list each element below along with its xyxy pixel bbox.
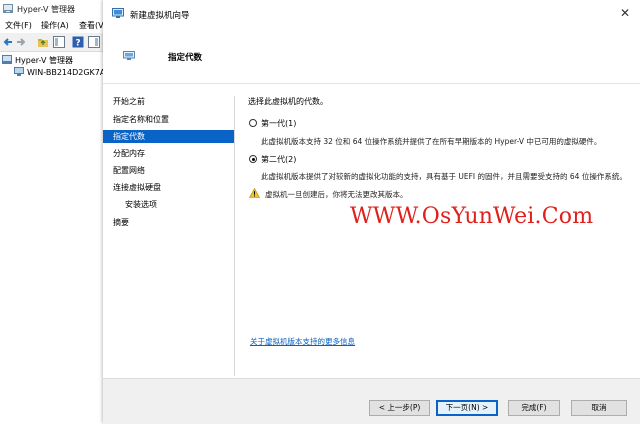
cancel-button[interactable]: 取消 bbox=[571, 400, 627, 416]
page-title: 指定代数 bbox=[168, 53, 203, 63]
wizard-steps-nav: 开始之前 指定名称和位置 指定代数 分配内存 配置网络 连接虚拟硬盘 安装选项 … bbox=[103, 84, 234, 423]
folder-up-icon[interactable] bbox=[37, 36, 49, 48]
next-button[interactable]: 下一页(N) > bbox=[436, 400, 498, 416]
step-before-you-begin[interactable]: 开始之前 bbox=[103, 95, 234, 108]
new-vm-wizard-dialog: 新建虚拟机向导 ✕ 指定代数 开始之前 指定名称和位置 指定代数 分配内存 配置… bbox=[103, 0, 640, 424]
warning-text: 虚拟机一旦创建后，你将无法更改其版本。 bbox=[265, 190, 408, 199]
svg-text:?: ? bbox=[75, 39, 80, 49]
console-tree-icon[interactable] bbox=[53, 36, 65, 48]
hyperv-manager-titlebar: Hyper-V 管理器 bbox=[0, 0, 103, 18]
previous-button[interactable]: < 上一步(P) bbox=[369, 400, 430, 416]
warning-icon bbox=[249, 188, 260, 198]
vm-monitor-icon bbox=[112, 8, 124, 18]
generation-2-radio[interactable] bbox=[249, 155, 257, 163]
finish-button[interactable]: 完成(F) bbox=[508, 400, 560, 416]
wizard-header: 指定代数 bbox=[103, 30, 640, 84]
wizard-titlebar[interactable]: 新建虚拟机向导 ✕ bbox=[103, 0, 640, 30]
wizard-button-bar: < 上一步(P) 下一页(N) > 完成(F) 取消 bbox=[103, 378, 640, 424]
more-info-link[interactable]: 关于虚拟机版本支持的更多信息 bbox=[250, 336, 355, 347]
generation-prompt: 选择此虚拟机的代数。 bbox=[248, 97, 328, 106]
menu-action[interactable]: 操作(A) bbox=[41, 20, 69, 31]
hyperv-manager-icon bbox=[2, 55, 12, 64]
wizard-title: 新建虚拟机向导 bbox=[130, 11, 190, 21]
step-summary[interactable]: 摘要 bbox=[103, 216, 234, 229]
step-connect-vhd[interactable]: 连接虚拟硬盘 bbox=[103, 181, 234, 194]
step-assign-memory[interactable]: 分配内存 bbox=[103, 147, 234, 160]
hyperv-tree-pane: Hyper-V 管理器 WIN-BB214D2GK7A bbox=[0, 52, 105, 423]
step-specify-generation[interactable]: 指定代数 bbox=[103, 130, 234, 143]
step-install-options[interactable]: 安装选项 bbox=[103, 198, 234, 211]
hyperv-manager-title: Hyper-V 管理器 bbox=[17, 5, 75, 14]
generation-1-label[interactable]: 第一代(1) bbox=[261, 118, 296, 129]
hyperv-manager-icon bbox=[3, 4, 13, 13]
tree-item-hyperv-manager[interactable]: Hyper-V 管理器 bbox=[2, 55, 73, 66]
forward-arrow-icon[interactable] bbox=[15, 36, 27, 48]
action-pane-icon[interactable] bbox=[88, 36, 100, 48]
close-icon[interactable]: ✕ bbox=[620, 7, 630, 19]
vm-monitor-icon bbox=[123, 51, 135, 60]
hyperv-toolbar: ? bbox=[0, 33, 103, 52]
step-name-location[interactable]: 指定名称和位置 bbox=[103, 113, 234, 126]
tree-server-label: WIN-BB214D2GK7A bbox=[27, 68, 106, 77]
generation-2-description: 此虚拟机版本提供了对较新的虚拟化功能的支持，具有基于 UEFI 的固件，并且需要… bbox=[261, 172, 627, 181]
menu-view[interactable]: 查看(V bbox=[79, 20, 104, 31]
menu-file[interactable]: 文件(F) bbox=[5, 20, 32, 31]
generation-1-radio[interactable] bbox=[249, 119, 257, 127]
tree-item-server[interactable]: WIN-BB214D2GK7A bbox=[14, 67, 105, 78]
watermark-text: WWW.OsYunWei.Com bbox=[350, 204, 594, 229]
hyperv-menubar: 文件(F) 操作(A) 查看(V bbox=[0, 19, 104, 33]
generation-2-label[interactable]: 第二代(2) bbox=[261, 154, 296, 165]
step-configure-network[interactable]: 配置网络 bbox=[103, 164, 234, 177]
help-icon[interactable]: ? bbox=[72, 36, 84, 48]
server-icon bbox=[14, 67, 24, 76]
back-arrow-icon[interactable] bbox=[2, 36, 14, 48]
tree-root-label: Hyper-V 管理器 bbox=[15, 56, 73, 65]
steps-divider bbox=[234, 96, 235, 376]
generation-1-description: 此虚拟机版本支持 32 位和 64 位操作系统并提供了在所有早期版本的 Hype… bbox=[261, 137, 602, 146]
